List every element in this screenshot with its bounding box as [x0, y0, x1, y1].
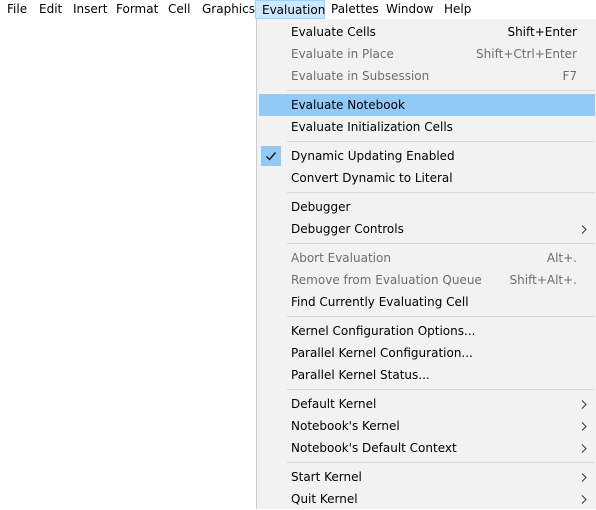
- chevron-right-icon: [581, 225, 587, 234]
- menu-item-shortcut: Shift+Enter: [507, 25, 577, 39]
- menu-item-label: Notebook's Default Context: [291, 441, 457, 455]
- menu-item-quit-kernel[interactable]: Quit Kernel: [259, 488, 595, 510]
- chevron-right-icon: [581, 422, 587, 431]
- menu-item-label: Evaluate Notebook: [291, 98, 405, 112]
- menu-help[interactable]: Help: [444, 0, 471, 19]
- menu-insert[interactable]: Insert: [73, 0, 107, 19]
- menu-separator: [287, 462, 595, 463]
- menu-separator: [287, 192, 595, 193]
- menu-item-start-kernel[interactable]: Start Kernel: [259, 466, 595, 488]
- menu-item-label: Parallel Kernel Configuration...: [291, 346, 473, 360]
- menu-item-label: Start Kernel: [291, 470, 362, 484]
- menu-separator: [287, 141, 595, 142]
- menu-item-remove-from-evaluation-queue: Remove from Evaluation Queue Shift+Alt+.: [259, 269, 595, 291]
- evaluation-dropdown-menu: Evaluate Cells Shift+Enter Evaluate in P…: [256, 19, 596, 509]
- menu-item-label: Dynamic Updating Enabled: [291, 149, 455, 163]
- menu-item-debugger-controls[interactable]: Debugger Controls: [259, 218, 595, 240]
- menu-item-label: Kernel Configuration Options...: [291, 324, 476, 338]
- menu-item-shortcut: Shift+Alt+.: [509, 273, 577, 287]
- menu-item-evaluate-in-place: Evaluate in Place Shift+Ctrl+Enter: [259, 43, 595, 65]
- menu-item-debugger[interactable]: Debugger: [259, 196, 595, 218]
- menu-file[interactable]: File: [7, 0, 27, 19]
- menu-window[interactable]: Window: [386, 0, 433, 19]
- menu-item-dynamic-updating-enabled[interactable]: Dynamic Updating Enabled: [259, 145, 595, 167]
- menu-item-shortcut: Shift+Ctrl+Enter: [476, 47, 577, 61]
- menu-item-convert-dynamic-to-literal[interactable]: Convert Dynamic to Literal: [259, 167, 595, 189]
- menu-item-label: Convert Dynamic to Literal: [291, 171, 453, 185]
- menu-graphics[interactable]: Graphics: [202, 0, 255, 19]
- menu-item-abort-evaluation: Abort Evaluation Alt+.: [259, 247, 595, 269]
- checkmark-icon: [261, 146, 281, 166]
- menu-item-label: Debugger: [291, 200, 351, 214]
- menu-item-label: Abort Evaluation: [291, 251, 391, 265]
- menu-item-label: Evaluate Cells: [291, 25, 376, 39]
- menu-item-label: Parallel Kernel Status...: [291, 368, 430, 382]
- menu-item-evaluate-initialization-cells[interactable]: Evaluate Initialization Cells: [259, 116, 595, 138]
- menu-item-notebooks-default-context[interactable]: Notebook's Default Context: [259, 437, 595, 459]
- menu-item-label: Debugger Controls: [291, 222, 404, 236]
- menu-item-find-currently-evaluating-cell[interactable]: Find Currently Evaluating Cell: [259, 291, 595, 313]
- menu-separator: [287, 90, 595, 91]
- menu-palettes[interactable]: Palettes: [331, 0, 379, 19]
- menu-item-label: Evaluate in Subsession: [291, 69, 430, 83]
- menu-item-evaluate-notebook[interactable]: Evaluate Notebook: [259, 94, 595, 116]
- menu-cell[interactable]: Cell: [168, 0, 190, 19]
- menu-item-parallel-kernel-configuration[interactable]: Parallel Kernel Configuration...: [259, 342, 595, 364]
- menu-item-label: Quit Kernel: [291, 492, 358, 506]
- menu-item-label: Find Currently Evaluating Cell: [291, 295, 469, 309]
- menu-item-default-kernel[interactable]: Default Kernel: [259, 393, 595, 415]
- menu-item-shortcut: F7: [562, 69, 577, 83]
- menu-edit[interactable]: Edit: [39, 0, 62, 19]
- menu-evaluation[interactable]: Evaluation: [255, 0, 325, 19]
- menu-item-notebooks-kernel[interactable]: Notebook's Kernel: [259, 415, 595, 437]
- menu-item-label: Evaluate Initialization Cells: [291, 120, 453, 134]
- chevron-right-icon: [581, 495, 587, 504]
- menu-separator: [287, 243, 595, 244]
- chevron-right-icon: [581, 400, 587, 409]
- menu-item-shortcut: Alt+.: [546, 251, 577, 265]
- menu-item-kernel-configuration-options[interactable]: Kernel Configuration Options...: [259, 320, 595, 342]
- menu-item-label: Remove from Evaluation Queue: [291, 273, 482, 287]
- menu-format[interactable]: Format: [116, 0, 158, 19]
- chevron-right-icon: [581, 444, 587, 453]
- menu-separator: [287, 316, 595, 317]
- menu-separator: [287, 389, 595, 390]
- menu-item-evaluate-in-subsession: Evaluate in Subsession F7: [259, 65, 595, 87]
- menu-bar: File Edit Insert Format Cell Graphics Ev…: [0, 0, 596, 19]
- menu-item-label: Evaluate in Place: [291, 47, 394, 61]
- menu-item-label: Default Kernel: [291, 397, 377, 411]
- chevron-right-icon: [581, 473, 587, 482]
- menu-item-parallel-kernel-status[interactable]: Parallel Kernel Status...: [259, 364, 595, 386]
- menu-item-label: Notebook's Kernel: [291, 419, 400, 433]
- menu-item-evaluate-cells[interactable]: Evaluate Cells Shift+Enter: [259, 21, 595, 43]
